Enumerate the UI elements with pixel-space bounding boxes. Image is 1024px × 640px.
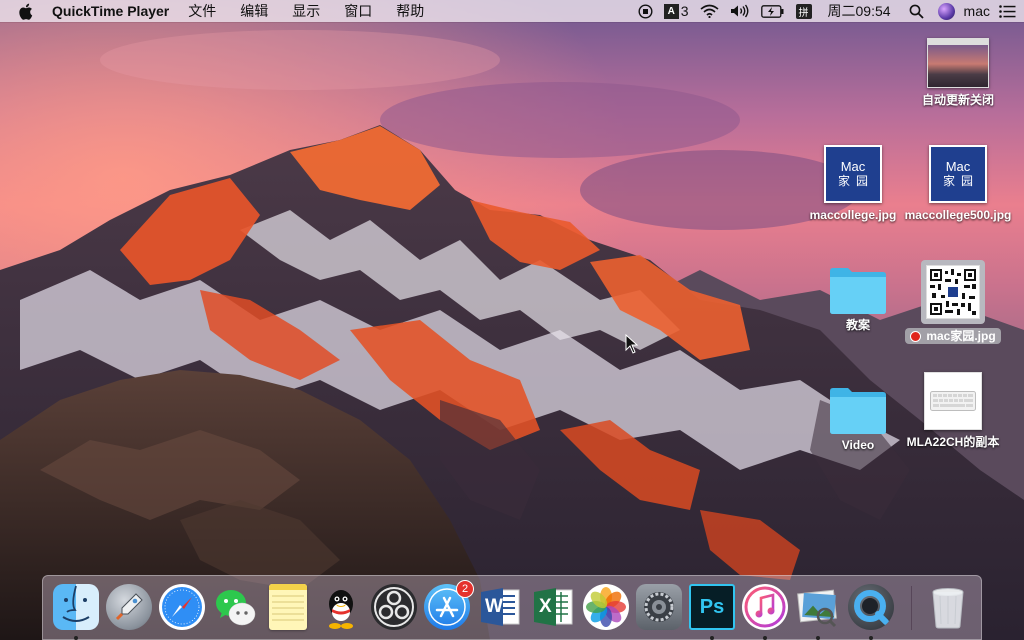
desktop-item-label: maccollege500.jpg <box>904 208 1012 222</box>
obs-icon <box>371 584 417 630</box>
desktop-item-folder-jiaoan[interactable]: 教案 <box>803 265 913 333</box>
dock-item-safari[interactable] <box>159 584 205 630</box>
folder-icon <box>828 265 888 314</box>
menu-view[interactable]: 显示 <box>292 1 320 21</box>
screenshot-thumbnail-icon <box>927 38 989 88</box>
dock-item-notes[interactable] <box>265 584 311 630</box>
menu-help[interactable]: 帮助 <box>396 1 424 21</box>
selected-label-chip: mac家园.jpg <box>905 328 1001 344</box>
spotlight-search-icon[interactable] <box>909 4 924 19</box>
notification-center-icon[interactable] <box>999 4 1016 18</box>
desktop-item-mac-home-jpg[interactable]: mac家园.jpg <box>898 260 1008 344</box>
screen-recording-stop-icon[interactable] <box>638 3 653 19</box>
finder-icon <box>53 584 99 630</box>
dock-item-app-store[interactable]: 2 <box>424 580 474 630</box>
menu-window[interactable]: 窗口 <box>344 1 372 21</box>
apple-menu-icon[interactable] <box>18 2 36 20</box>
adobe-creative-cloud-status[interactable]: A 3 <box>663 3 689 19</box>
volume-icon[interactable] <box>730 4 750 18</box>
wifi-icon[interactable] <box>699 4 719 18</box>
quicktime-icon <box>848 584 894 630</box>
siri-icon[interactable] <box>937 2 955 20</box>
trash-icon <box>925 584 971 630</box>
menu-bar: QuickTime Player 文件 编辑 显示 窗口 帮助 A 3 拼 周二… <box>0 0 1024 22</box>
qr-code-icon <box>921 260 985 324</box>
itunes-icon <box>742 584 788 630</box>
desktop-item-maccollege500-jpg[interactable]: Mac 家园 maccollege500.jpg <box>903 145 1013 223</box>
notification-badge: 2 <box>456 580 474 598</box>
dock-item-photoshop[interactable]: Ps <box>689 584 735 640</box>
clock[interactable]: 周二09:54 <box>828 1 891 21</box>
desktop-item-label: MLA22CH的副本 <box>906 435 1000 449</box>
desktop-item-label: mac家园.jpg <box>926 329 996 343</box>
desktop-item-label: maccollege.jpg <box>809 208 897 222</box>
adobe-icon: A <box>663 3 679 19</box>
input-method[interactable]: 拼 <box>795 3 812 19</box>
running-indicator <box>763 636 767 640</box>
running-indicator <box>869 636 873 640</box>
mac-home-logo-icon: Mac 家园 <box>929 145 987 203</box>
running-indicator <box>74 636 78 640</box>
dock-item-quicktime[interactable] <box>848 584 894 640</box>
notes-icon <box>269 584 307 630</box>
app-menu-quicktime[interactable]: QuickTime Player <box>52 3 169 19</box>
mouse-cursor-icon <box>625 334 639 354</box>
battery-charging-icon[interactable] <box>760 4 785 18</box>
menu-edit[interactable]: 编辑 <box>240 1 268 21</box>
input-method-label: 拼 <box>795 3 812 19</box>
excel-icon: X <box>530 584 576 630</box>
qq-icon <box>318 584 364 630</box>
excel-letter: X <box>539 596 552 617</box>
dock-item-word[interactable]: W <box>477 584 523 630</box>
red-tag-icon <box>910 330 922 342</box>
desktop-item-label: 自动更新关闭 <box>921 93 994 107</box>
safari-icon <box>159 584 205 630</box>
dock: 2 W X Ps <box>42 575 982 640</box>
dock-item-finder[interactable] <box>53 584 99 640</box>
keyboard-image-icon <box>924 372 982 430</box>
launchpad-icon <box>106 584 152 630</box>
desktop-item-folder-video[interactable]: Video <box>803 385 913 453</box>
desktop-item-mla22ch-copy[interactable]: MLA22CH的副本 <box>898 372 1008 450</box>
mac-home-logo-icon: Mac 家园 <box>824 145 882 203</box>
adobe-count: 3 <box>680 3 689 19</box>
running-indicator <box>816 636 820 640</box>
dock-item-trash[interactable] <box>925 584 971 630</box>
dock-item-qq[interactable] <box>318 584 364 630</box>
desktop-item-label: Video <box>841 438 875 452</box>
menu-file[interactable]: 文件 <box>188 1 216 21</box>
word-letter: W <box>485 596 503 617</box>
user-menu[interactable]: mac <box>964 3 990 19</box>
folder-icon <box>828 385 888 434</box>
desktop-item-label-row: mac家园.jpg <box>898 328 1008 344</box>
system-preferences-icon <box>636 584 682 630</box>
preview-icon <box>795 584 841 630</box>
dock-item-preview[interactable] <box>795 584 841 640</box>
running-indicator <box>710 636 714 640</box>
desktop-item-label: 教案 <box>845 318 870 332</box>
dock-item-itunes[interactable] <box>742 584 788 640</box>
dock-item-system-preferences[interactable] <box>636 584 682 630</box>
dock-item-photos[interactable] <box>583 584 629 630</box>
dock-item-excel[interactable]: X <box>530 584 576 630</box>
dock-item-obs[interactable] <box>371 584 417 630</box>
dock-item-wechat[interactable] <box>212 584 258 630</box>
word-icon: W <box>477 584 523 630</box>
desktop-item-auto-update-off[interactable]: 自动更新关闭 <box>903 38 1013 108</box>
desktop-item-maccollege-jpg[interactable]: Mac 家园 maccollege.jpg <box>798 145 908 223</box>
wechat-icon <box>212 584 258 630</box>
photos-icon <box>583 584 629 630</box>
photoshop-icon: Ps <box>689 584 735 630</box>
photoshop-letters: Ps <box>699 595 725 618</box>
dock-separator <box>911 586 912 630</box>
dock-item-launchpad[interactable] <box>106 584 152 630</box>
